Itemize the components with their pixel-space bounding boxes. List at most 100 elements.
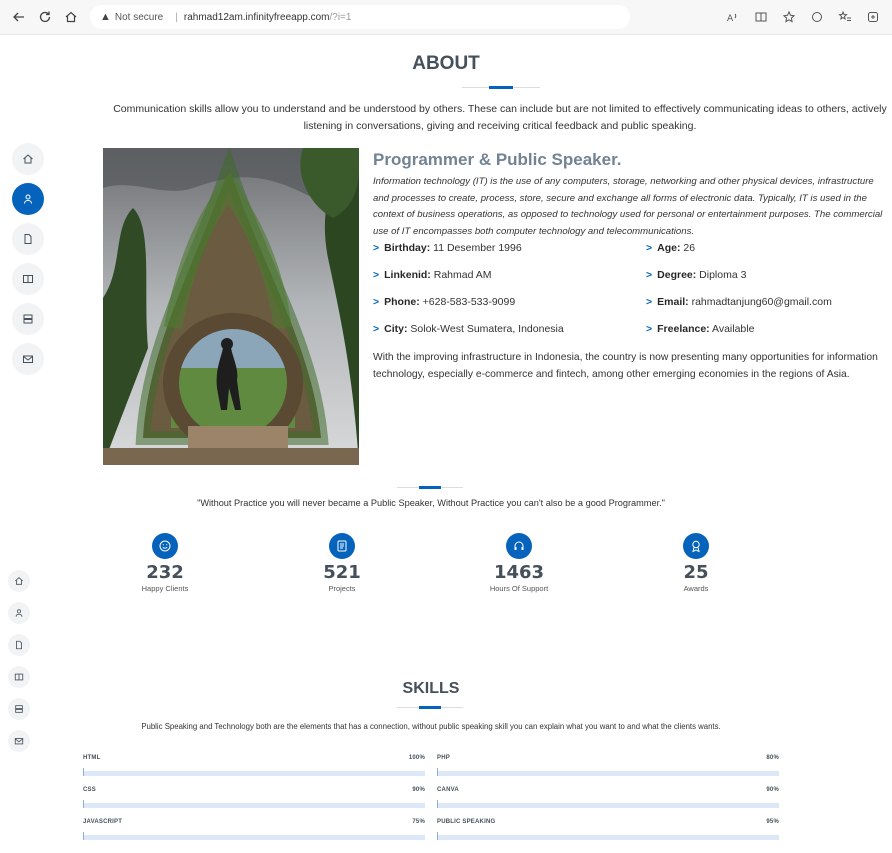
skill-progress-track bbox=[437, 800, 779, 808]
skill-progress-track bbox=[83, 768, 425, 776]
nav-home-button[interactable] bbox=[12, 143, 44, 175]
info-birthday: > Birthday: 11 Desember 1996 bbox=[373, 242, 522, 254]
collections-icon[interactable] bbox=[862, 4, 884, 30]
skill-progress-track bbox=[83, 800, 425, 808]
nav-resume-button-secondary[interactable] bbox=[8, 634, 30, 656]
info-value: rahmadtanjung60@gmail.com bbox=[691, 296, 832, 308]
chevron-right-icon: > bbox=[373, 242, 380, 254]
count-label: Projects bbox=[328, 584, 356, 593]
count-number: 232 bbox=[146, 562, 184, 583]
chevron-right-icon: > bbox=[373, 269, 380, 281]
skill-name: JAVASCRIPT bbox=[83, 819, 123, 825]
quote-text: "Without Practice you will never became … bbox=[197, 498, 665, 508]
nav-about-button-secondary[interactable] bbox=[8, 602, 30, 624]
house-icon bbox=[23, 154, 33, 164]
about-content: Programmer & Public Speaker. Information… bbox=[373, 150, 892, 240]
chevron-right-icon: > bbox=[373, 323, 380, 335]
chevron-right-icon: > bbox=[646, 296, 653, 308]
address-separator: | bbox=[175, 11, 178, 23]
info-value: Rahmad AM bbox=[433, 269, 492, 281]
info-label: City: bbox=[384, 323, 408, 335]
file-icon bbox=[24, 234, 32, 244]
side-navigation bbox=[12, 143, 44, 375]
server-icon bbox=[23, 314, 33, 324]
skill-percent: 90% bbox=[412, 787, 425, 793]
favorite-star-icon[interactable] bbox=[778, 4, 800, 30]
count-label: Hours Of Support bbox=[489, 584, 549, 593]
url-path: /?i=1 bbox=[329, 11, 352, 23]
chevron-right-icon: > bbox=[646, 269, 653, 281]
info-value: 26 bbox=[683, 242, 696, 254]
home-icon[interactable] bbox=[58, 4, 84, 30]
skill-name: HTML bbox=[83, 755, 101, 761]
count-label: Happy Clients bbox=[141, 584, 189, 593]
nav-contact-button[interactable] bbox=[12, 343, 44, 375]
info-phone: > Phone: +628-583-533-9099 bbox=[373, 296, 515, 308]
count-projects: 521 Projects bbox=[282, 533, 402, 593]
server-icon bbox=[15, 705, 23, 713]
skill-percent: 95% bbox=[766, 819, 779, 825]
address-bar[interactable]: ▲ Not secure | rahmad12am.infinityfreeap… bbox=[90, 5, 630, 29]
skill-public-speaking: PUBLIC SPEAKING 95% bbox=[437, 819, 779, 840]
info-city: > City: Solok-West Sumatera, Indonesia bbox=[373, 323, 564, 335]
nav-portfolio-button[interactable] bbox=[12, 263, 44, 295]
info-value: Available bbox=[712, 323, 755, 335]
person-icon bbox=[24, 194, 32, 204]
info-label: Birthday: bbox=[384, 242, 431, 254]
nav-services-button-secondary[interactable] bbox=[8, 698, 30, 720]
skill-progress-track bbox=[437, 768, 779, 776]
count-number: 1463 bbox=[493, 562, 545, 583]
count-number: 521 bbox=[323, 562, 361, 583]
count-label: Awards bbox=[683, 584, 709, 593]
info-label: Freelance: bbox=[657, 323, 710, 335]
skill-html: HTML 100% bbox=[83, 755, 425, 776]
skill-percent: 75% bbox=[412, 819, 425, 825]
envelope-icon bbox=[14, 738, 24, 745]
chevron-right-icon: > bbox=[646, 242, 653, 254]
refresh-icon[interactable] bbox=[32, 4, 58, 30]
nav-resume-button[interactable] bbox=[12, 223, 44, 255]
skill-percent: 80% bbox=[766, 755, 779, 761]
skill-name: PHP bbox=[437, 755, 450, 761]
read-aloud-icon[interactable]: A bbox=[722, 4, 744, 30]
about-closing-text: With the improving infrastructure in Ind… bbox=[373, 352, 878, 380]
headset-icon bbox=[506, 533, 532, 559]
award-icon bbox=[683, 533, 709, 559]
nav-about-button[interactable] bbox=[12, 183, 44, 215]
info-value: Diploma 3 bbox=[699, 269, 747, 281]
skill-percent: 90% bbox=[766, 787, 779, 793]
info-label: Age: bbox=[657, 242, 681, 254]
journal-icon bbox=[329, 533, 355, 559]
person-icon bbox=[15, 609, 23, 617]
emoji-smile-icon bbox=[152, 533, 178, 559]
skill-name: CSS bbox=[83, 787, 96, 793]
info-age: > Age: 26 bbox=[646, 242, 695, 254]
info-value: +628-583-533-9099 bbox=[422, 296, 516, 308]
skills-description: Public Speaking and Technology both are … bbox=[141, 722, 721, 731]
skill-javascript: JAVASCRIPT 75% bbox=[83, 819, 425, 840]
svg-text:A: A bbox=[727, 14, 734, 24]
skill-canva: CANVA 90% bbox=[437, 787, 779, 808]
nav-home-button-secondary[interactable] bbox=[8, 570, 30, 592]
info-label: Degree: bbox=[657, 269, 697, 281]
favorites-icon[interactable] bbox=[834, 4, 856, 30]
about-italic-text: Information technology (IT) is the use o… bbox=[373, 176, 883, 237]
skill-percent: 100% bbox=[408, 755, 425, 761]
nav-services-button[interactable] bbox=[12, 303, 44, 335]
back-icon[interactable] bbox=[6, 4, 32, 30]
extensions-icon[interactable] bbox=[806, 4, 828, 30]
info-email: > Email: rahmadtanjung60@gmail.com bbox=[646, 296, 832, 308]
reader-view-icon[interactable] bbox=[750, 4, 772, 30]
skill-name: PUBLIC SPEAKING bbox=[437, 819, 496, 825]
about-heading: Programmer & Public Speaker. bbox=[373, 150, 622, 169]
count-number: 25 bbox=[683, 562, 709, 583]
skill-name: CANVA bbox=[437, 787, 459, 793]
chevron-right-icon: > bbox=[646, 323, 653, 335]
count-awards: 25 Awards bbox=[636, 533, 756, 593]
security-label: Not secure bbox=[114, 11, 164, 23]
chevron-right-icon: > bbox=[373, 296, 380, 308]
nav-contact-button-secondary[interactable] bbox=[8, 730, 30, 752]
skill-php: PHP 80% bbox=[437, 755, 779, 776]
skill-progress-track bbox=[437, 832, 779, 840]
house-icon bbox=[14, 577, 24, 585]
